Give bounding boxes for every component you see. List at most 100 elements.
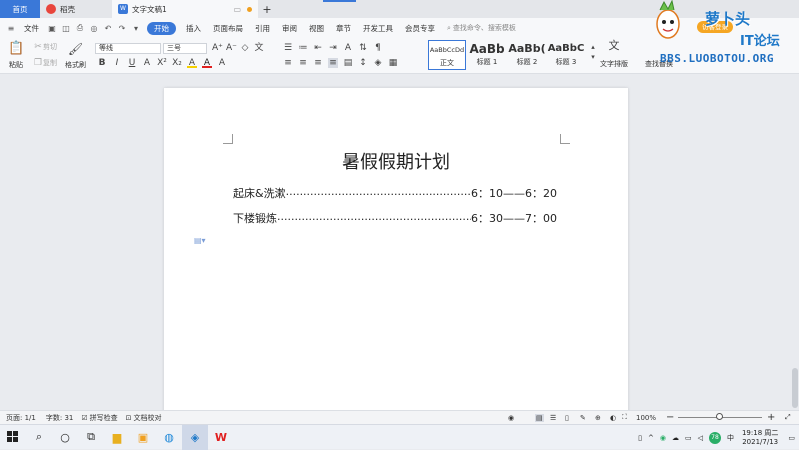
zoom-out-button[interactable]: − <box>666 412 674 423</box>
eye-protect-icon[interactable]: ◉ <box>508 414 514 422</box>
vertical-scrollbar[interactable] <box>791 75 799 410</box>
ime-indicator[interactable]: 中 <box>727 433 734 443</box>
italic-icon[interactable]: I <box>112 58 122 68</box>
zoom-slider-handle[interactable] <box>716 413 723 420</box>
notify-badge[interactable]: 78 <box>708 431 721 444</box>
bullets-icon[interactable]: ☰ <box>283 43 293 53</box>
superscript-icon[interactable]: X² <box>157 58 167 68</box>
spellcheck-button[interactable]: 拼写检查 <box>90 413 118 423</box>
increase-indent-icon[interactable]: ⇥ <box>328 43 338 53</box>
underline-icon[interactable]: U <box>127 58 137 68</box>
wps-office-icon[interactable]: W <box>208 425 234 450</box>
print-icon[interactable]: ⎙ <box>73 22 87 34</box>
font-name-select[interactable]: 等线 <box>95 43 161 54</box>
align-center-icon[interactable]: ≡ <box>298 58 308 68</box>
read-view-icon[interactable]: ▯ <box>565 414 569 422</box>
format-painter-button[interactable]: 🖌 格式刷 <box>65 41 86 70</box>
style-heading-2[interactable]: AaBb( 标题 2 <box>507 40 547 70</box>
menu-insert[interactable]: 插入 <box>180 18 207 38</box>
write-mode-icon[interactable]: ✎ <box>580 414 586 422</box>
cortana-icon[interactable]: ○ <box>52 425 78 450</box>
command-search[interactable]: ⌕ 查找命令、搜索模板 <box>441 23 516 33</box>
numbering-icon[interactable]: ≔ <box>298 43 308 53</box>
tab-docer[interactable]: 稻壳 <box>40 0 112 18</box>
menu-view[interactable]: 视图 <box>303 18 330 38</box>
redo-icon[interactable]: ↷ <box>115 22 129 34</box>
word-count[interactable]: 字数: 31 <box>46 413 74 423</box>
strikethrough-icon[interactable]: A <box>142 58 152 68</box>
distribute-icon[interactable]: ▤ <box>343 58 353 68</box>
schedule-line[interactable]: 下楼锻炼 ...................................… <box>233 210 557 226</box>
zoom-level[interactable]: 100% <box>636 414 656 422</box>
style-normal[interactable]: AaBbCcDd 正文 <box>428 40 466 70</box>
style-heading-3[interactable]: AaBbC 标题 3 <box>547 40 585 70</box>
cut-button[interactable]: ✂ 剪切 <box>33 42 57 52</box>
decrease-indent-icon[interactable]: ⇤ <box>313 43 323 53</box>
new-tab-button[interactable]: + <box>258 0 276 18</box>
fit-page-icon[interactable]: ⛶ <box>622 413 627 422</box>
document-page[interactable]: 暑假假期计划 起床&洗漱 ...........................… <box>164 88 628 410</box>
scrollbar-thumb[interactable] <box>792 368 798 408</box>
doc-proof-button[interactable]: 文档校对 <box>134 413 162 423</box>
page-count[interactable]: 页面: 1/1 <box>6 413 36 423</box>
copy-button[interactable]: ❐ 复制 <box>33 58 57 68</box>
task-view-icon[interactable]: ⧉ <box>78 425 104 450</box>
document-title[interactable]: 暑假假期计划 <box>164 148 628 174</box>
monitor-icon[interactable]: ▭ <box>233 5 241 14</box>
edge-browser-icon[interactable]: ◍ <box>156 425 182 450</box>
font-size-select[interactable]: 三号 <box>163 43 207 54</box>
wechat-icon[interactable]: ◉ <box>660 434 666 442</box>
windows-start-icon[interactable] <box>0 425 26 450</box>
shading-icon[interactable]: ◈ <box>373 58 383 68</box>
char-shading-icon[interactable]: A <box>217 58 227 68</box>
focus-mode-icon[interactable]: ◐ <box>610 414 616 422</box>
battery-icon[interactable]: ▯ <box>638 434 642 442</box>
outline-view-icon[interactable]: ☰ <box>550 414 556 422</box>
menu-references[interactable]: 引用 <box>249 18 276 38</box>
subscript-icon[interactable]: X₂ <box>172 58 182 68</box>
chinese-layout-icon[interactable]: A <box>343 43 353 53</box>
schedule-line[interactable]: 起床&洗漱 ..................................… <box>233 185 557 201</box>
chevron-down-icon[interactable]: ▾ <box>129 22 143 34</box>
zoom-in-button[interactable]: + <box>767 412 775 423</box>
menu-section[interactable]: 章节 <box>330 18 357 38</box>
font-color-icon[interactable]: A <box>202 58 212 68</box>
menu-review[interactable]: 审阅 <box>276 18 303 38</box>
cloud-icon[interactable]: ☁ <box>672 434 679 442</box>
style-scroll[interactable]: ▴ ▾ <box>588 42 598 62</box>
clock[interactable]: 19:18 周二 2021/7/13 <box>742 429 778 447</box>
line-spacing-icon[interactable]: ↕ <box>358 58 368 68</box>
menu-member[interactable]: 会员专享 <box>399 18 441 38</box>
tab-home[interactable]: 首页 <box>0 0 40 18</box>
bold-icon[interactable]: B <box>97 58 107 68</box>
preview-icon[interactable]: ◎ <box>87 22 101 34</box>
undo-icon[interactable]: ↶ <box>101 22 115 34</box>
sort-icon[interactable]: ⇅ <box>358 43 368 53</box>
file-explorer-icon[interactable]: ▆ <box>104 425 130 450</box>
text-layout-button[interactable]: ⽂ 文字排版 <box>600 40 628 69</box>
menu-page-layout[interactable]: 页面布局 <box>207 18 249 38</box>
paste-button[interactable]: 📋 粘贴 <box>8 41 24 70</box>
app-icon[interactable]: ▣ <box>130 425 156 450</box>
show-marks-icon[interactable]: ¶ <box>373 43 383 53</box>
save-icon[interactable]: ▣ <box>45 22 59 34</box>
align-left-icon[interactable]: ≡ <box>283 58 293 68</box>
tool-app-icon[interactable]: ◈ <box>182 424 208 450</box>
export-icon[interactable]: ◫ <box>59 22 73 34</box>
clear-format-icon[interactable]: ◇ <box>240 43 250 53</box>
menu-start[interactable]: 开始 <box>147 21 176 35</box>
chevron-up-icon[interactable]: ^ <box>648 434 654 442</box>
highlight-icon[interactable]: A <box>187 58 197 68</box>
document-canvas[interactable]: 暑假假期计划 起床&洗漱 ...........................… <box>0 75 799 410</box>
expand-icon[interactable]: ⤢ <box>785 413 791 422</box>
align-right-icon[interactable]: ≡ <box>313 58 323 68</box>
volume-icon[interactable]: ◁ <box>698 434 703 442</box>
menu-file[interactable]: 文件 <box>18 18 45 38</box>
paragraph-handle-icon[interactable]: ▤▾ <box>194 236 206 245</box>
search-icon[interactable]: ⌕ <box>26 425 52 450</box>
justify-icon[interactable]: ≡ <box>328 58 338 68</box>
web-view-icon[interactable]: ⊕ <box>595 414 601 422</box>
grow-font-icon[interactable]: A⁺ <box>212 43 223 53</box>
network-icon[interactable]: ▭ <box>685 434 692 442</box>
style-heading-1[interactable]: AaBb 标题 1 <box>468 40 506 70</box>
